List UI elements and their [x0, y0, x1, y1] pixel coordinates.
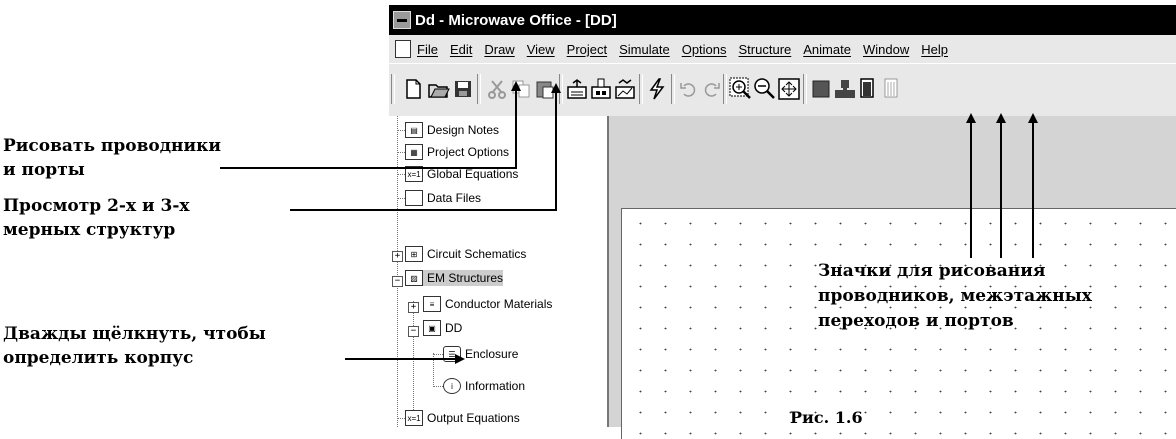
arrow-draw-menu: [220, 81, 521, 169]
annotation-arrows: [220, 81, 1038, 364]
